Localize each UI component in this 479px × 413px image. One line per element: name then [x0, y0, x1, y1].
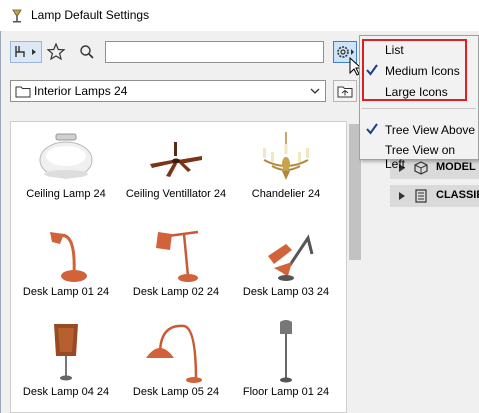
- grid-item-label: Ceiling Lamp 24: [26, 188, 106, 200]
- folder-up-button[interactable]: [333, 80, 357, 102]
- menu-separator: [362, 108, 476, 109]
- desk-lamp-thumbnail: [268, 234, 314, 281]
- grid-scrollbar[interactable]: [347, 121, 363, 413]
- grid-item-desk-lamp-02[interactable]: Desk Lamp 02 24: [121, 222, 231, 299]
- window-title: Lamp Default Settings: [31, 8, 150, 22]
- grid-item-label: Desk Lamp 05 24: [132, 386, 220, 398]
- grid-item-label: Desk Lamp 04 24: [22, 386, 110, 398]
- favorites-button[interactable]: [45, 41, 67, 63]
- grid-item-label: Desk Lamp 03 24: [242, 286, 330, 298]
- dialog-edge: [0, 31, 1, 413]
- object-type-button[interactable]: [10, 41, 42, 63]
- title-bar: Lamp Default Settings: [0, 0, 479, 31]
- menu-item-label: Tree View on Left: [385, 143, 456, 171]
- chevron-down-icon: [310, 88, 320, 94]
- grid-item-label: Floor Lamp 01 24: [242, 386, 330, 398]
- grid-item-label: Chandelier 24: [251, 188, 321, 200]
- grid-item-desk-lamp-05[interactable]: Desk Lamp 05 24: [121, 318, 231, 399]
- menu-item-tree-view-above[interactable]: Tree View Above: [360, 120, 478, 140]
- grid-item-desk-lamp-04[interactable]: Desk Lamp 04 24: [11, 318, 121, 399]
- triangle-right-icon: [399, 192, 405, 200]
- floor-lamp-thumbnail: [280, 320, 292, 383]
- grid-item-ceiling-lamp[interactable]: Ceiling Lamp 24: [11, 130, 121, 201]
- folder-dropdown[interactable]: Interior Lamps 24: [10, 80, 326, 102]
- grid-item-label: Desk Lamp 02 24: [132, 286, 220, 298]
- folder-dropdown-value: Interior Lamps 24: [34, 84, 128, 98]
- grid-item-ceiling-ventillator[interactable]: Ceiling Ventillator 24: [121, 130, 231, 201]
- highlight-box: [362, 39, 467, 101]
- panel-section-label: CLASSIF: [436, 189, 479, 201]
- chair-icon: [15, 46, 36, 57]
- search-button[interactable]: [76, 41, 98, 63]
- object-grid: Ceiling Lamp 24 Ceiling Ventillator 24 C…: [10, 121, 347, 413]
- grid-item-chandelier[interactable]: Chandelier 24: [231, 130, 341, 201]
- star-icon: [46, 42, 66, 61]
- desk-lamp-thumbnail: [54, 324, 78, 381]
- menu-item-label: Tree View Above: [385, 123, 476, 137]
- lamp-app-icon: [12, 9, 22, 23]
- grid-item-desk-lamp-01[interactable]: Desk Lamp 01 24: [11, 222, 121, 299]
- checkmark-icon: [366, 123, 378, 135]
- folder-icon: [15, 86, 31, 98]
- grid-item-label: Ceiling Ventillator 24: [125, 188, 227, 200]
- grid-item-label: Desk Lamp 01 24: [22, 286, 110, 298]
- folder-up-icon: [337, 86, 353, 98]
- panel-section-classification[interactable]: CLASSIF: [390, 185, 479, 207]
- menu-item-tree-view-on-left[interactable]: Tree View on Left: [360, 140, 478, 171]
- document-icon: [415, 189, 427, 203]
- ceiling-fan-thumbnail: [150, 142, 202, 177]
- desk-lamp-thumbnail: [156, 230, 199, 282]
- search-icon: [80, 45, 94, 59]
- desk-lamp-thumbnail: [50, 232, 87, 282]
- grid-item-floor-lamp-01[interactable]: Floor Lamp 01 24: [231, 318, 341, 399]
- grid-item-desk-lamp-03[interactable]: Desk Lamp 03 24: [231, 222, 341, 299]
- search-input[interactable]: [105, 41, 324, 63]
- chandelier-thumbnail: [263, 132, 309, 180]
- desk-lamp-thumbnail: [146, 324, 202, 383]
- ceiling-lamp-thumbnail: [39, 133, 93, 179]
